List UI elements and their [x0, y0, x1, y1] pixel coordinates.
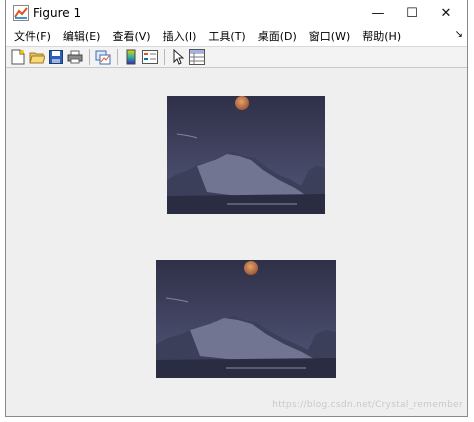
menu-tools[interactable]: 工具(T) [203, 28, 250, 44]
minimize-button[interactable]: — [361, 0, 395, 26]
figure-toolbar [6, 46, 467, 68]
legend-icon[interactable] [141, 48, 159, 66]
menu-help[interactable]: 帮助(H) [357, 28, 406, 44]
title-bar[interactable]: Figure 1 — ☐ ✕ [6, 0, 467, 26]
landscape-image-bottom [156, 260, 336, 378]
menu-window[interactable]: 窗口(W) [304, 28, 355, 44]
landscape-image-top [167, 96, 325, 214]
save-icon[interactable] [47, 48, 65, 66]
watermark-text: https://blog.csdn.net/Crystal_remember [272, 400, 463, 410]
window-title: Figure 1 [33, 6, 82, 20]
matlab-app-icon [13, 5, 29, 21]
open-file-icon[interactable] [28, 48, 46, 66]
axes-top[interactable] [167, 96, 325, 214]
axes-bottom[interactable] [156, 260, 336, 378]
new-figure-icon[interactable] [9, 48, 27, 66]
menu-bar: 文件(F) 编辑(E) 查看(V) 插入(I) 工具(T) 桌面(D) 窗口(W… [6, 26, 467, 46]
toolbar-separator [117, 49, 118, 65]
maximize-button[interactable]: ☐ [395, 0, 429, 26]
property-inspector-icon[interactable] [188, 48, 206, 66]
dock-figure-icon[interactable]: ↘ [455, 29, 463, 40]
menu-view[interactable]: 查看(V) [107, 28, 155, 44]
link-plot-icon[interactable] [94, 48, 112, 66]
figure-canvas: https://blog.csdn.net/Crystal_remember [6, 68, 467, 416]
print-icon[interactable] [66, 48, 84, 66]
close-button[interactable]: ✕ [429, 0, 463, 26]
toolbar-separator [164, 49, 165, 65]
menu-insert[interactable]: 插入(I) [158, 28, 202, 44]
select-arrow-icon[interactable] [169, 48, 187, 66]
menu-file[interactable]: 文件(F) [9, 28, 56, 44]
menu-edit[interactable]: 编辑(E) [58, 28, 106, 44]
toolbar-separator [89, 49, 90, 65]
figure-window: Figure 1 — ☐ ✕ 文件(F) 编辑(E) 查看(V) 插入(I) 工… [5, 0, 468, 417]
menu-desktop[interactable]: 桌面(D) [253, 28, 302, 44]
colorbar-icon[interactable] [122, 48, 140, 66]
